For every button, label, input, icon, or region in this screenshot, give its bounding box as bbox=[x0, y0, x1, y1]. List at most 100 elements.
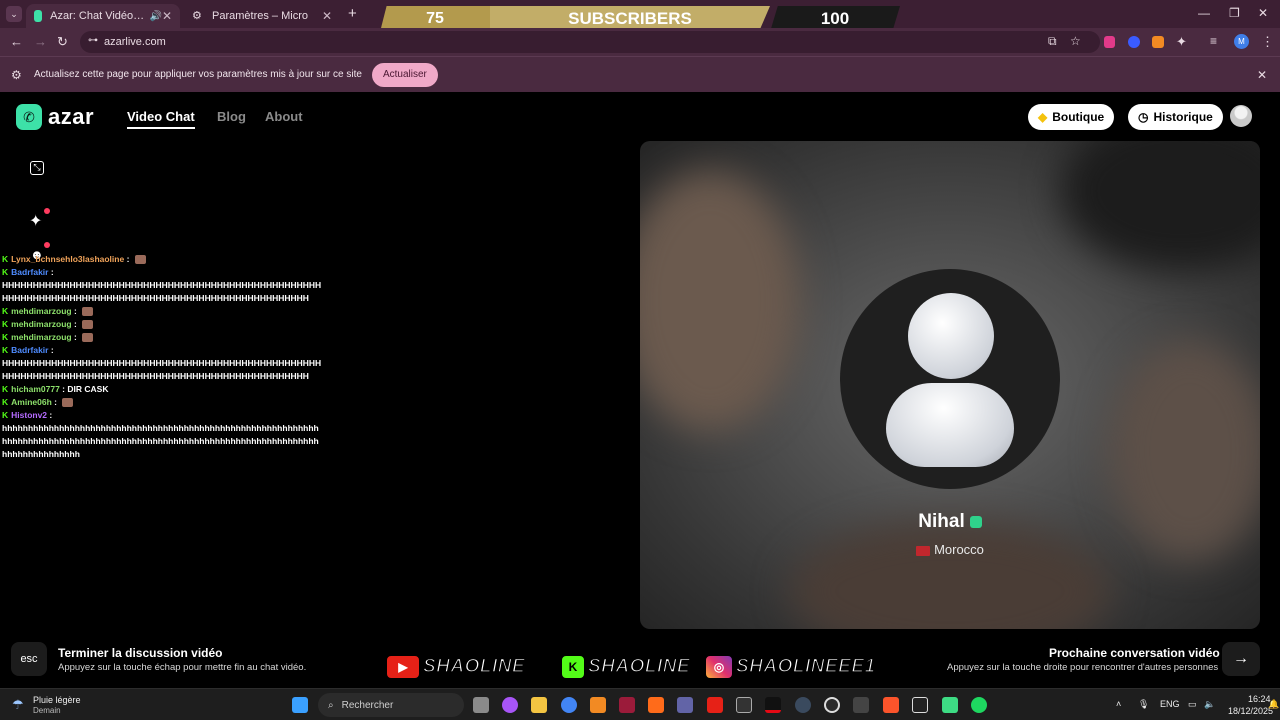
user-profile-icon[interactable] bbox=[1230, 105, 1252, 127]
chat-spam-line: HHHHHHHHHHHHHHHHHHHHHHHHHHHHHHHHHHHHHHHH… bbox=[2, 370, 332, 383]
update-infobar: ⚙ Actualisez cette page pour appliquer v… bbox=[0, 56, 1280, 92]
minimize-icon[interactable]: — bbox=[1198, 6, 1210, 20]
netflix-icon[interactable] bbox=[765, 697, 781, 713]
speaker-icon[interactable]: 🔊 bbox=[149, 11, 161, 22]
android-icon[interactable] bbox=[942, 697, 958, 713]
avatar-head-shape bbox=[908, 293, 994, 379]
search-icon: ⌕ bbox=[328, 699, 334, 711]
weather-subtext: Demain bbox=[33, 706, 61, 715]
chat-username[interactable]: Lynx_bchnsehlo3lashaoline bbox=[11, 253, 124, 266]
brave-icon[interactable] bbox=[883, 697, 899, 713]
chat-spam-line: hhhhhhhhhhhhhhhhhhhhhhhhhhhhhhhhhhhhhhhh… bbox=[2, 435, 332, 448]
nav-blog[interactable]: Blog bbox=[217, 109, 246, 124]
copilot-icon[interactable] bbox=[502, 697, 518, 713]
refresh-button[interactable]: Actualiser bbox=[371, 62, 438, 87]
chat-username[interactable]: Badrfakir bbox=[11, 344, 48, 357]
boutique-button[interactable]: ◆ Boutique bbox=[1028, 104, 1115, 130]
steam-icon[interactable] bbox=[795, 697, 811, 713]
volume-icon[interactable]: 🔈 bbox=[1204, 699, 1215, 710]
brave-lion-icon[interactable] bbox=[648, 697, 664, 713]
nav-video-chat[interactable]: Video Chat bbox=[127, 109, 195, 129]
new-tab-icon[interactable]: + bbox=[348, 5, 357, 22]
chat-username[interactable]: mehdimarzoug bbox=[11, 318, 71, 331]
collapse-icon[interactable]: ⤡ bbox=[30, 161, 44, 175]
task-view-icon[interactable] bbox=[473, 697, 489, 713]
instagram-icon: ◎ bbox=[704, 654, 734, 680]
extension-orange-icon[interactable] bbox=[1152, 36, 1164, 48]
chat-username[interactable]: mehdimarzoug bbox=[11, 331, 71, 344]
chat-message-text: hhhhhhhhhhhhhhhhhhhhhhhhhhhhhhhhhhhhhhhh… bbox=[2, 436, 319, 446]
fn-app-icon[interactable] bbox=[736, 697, 752, 713]
install-icon[interactable]: ⧉ bbox=[1048, 34, 1057, 49]
kick-handle: K SHAOLINE bbox=[560, 654, 690, 680]
chat-separator: : bbox=[71, 306, 80, 316]
network-icon[interactable]: ▭ bbox=[1188, 699, 1197, 710]
chat-username[interactable]: Amine06h bbox=[11, 396, 52, 409]
taskbar-search[interactable]: ⌕ Rechercher bbox=[318, 693, 464, 717]
morocco-flag-icon bbox=[916, 545, 931, 556]
close-window-icon[interactable]: ✕ bbox=[1258, 6, 1268, 20]
youtube-app-icon[interactable] bbox=[707, 697, 723, 713]
chat-message: K Histonv2 : bbox=[2, 409, 332, 422]
extensions-puzzle-icon[interactable]: ✦ bbox=[1176, 34, 1187, 50]
nav-about[interactable]: About bbox=[265, 109, 303, 124]
spotify-icon[interactable] bbox=[971, 697, 987, 713]
partner-avatar bbox=[840, 269, 1060, 489]
tab-azar[interactable]: Azar: Chat Vidéo, Rencontre 🔊 ✕ bbox=[26, 4, 180, 28]
kick-badge-icon: K bbox=[2, 319, 9, 329]
weather-icon[interactable]: ☂ bbox=[12, 697, 24, 713]
esc-key-button[interactable]: esc bbox=[11, 642, 47, 676]
call-footer: esc Terminer la discussion vidéo Appuyez… bbox=[0, 630, 1280, 688]
maximize-icon[interactable]: ❐ bbox=[1229, 6, 1240, 20]
site-info-icon[interactable]: ⊶ bbox=[88, 35, 98, 46]
chat-username[interactable]: hicham0777 bbox=[11, 383, 60, 396]
microphone-icon[interactable]: 🎙 bbox=[1138, 699, 1149, 710]
next-arrow-button[interactable]: → bbox=[1222, 642, 1260, 676]
forward-icon[interactable]: → bbox=[34, 34, 47, 49]
settings-gear-icon: ⚙ bbox=[11, 68, 22, 82]
chat-username[interactable]: Histonv2 bbox=[11, 409, 47, 422]
close-infobar-icon[interactable]: ✕ bbox=[1257, 68, 1267, 82]
teams-icon[interactable] bbox=[677, 697, 693, 713]
chat-message: Khicham0777 : DIR CASK bbox=[2, 383, 332, 396]
historique-button[interactable]: ◷ Historique bbox=[1128, 104, 1223, 130]
effects-sparkle-icon[interactable]: ✦ bbox=[29, 211, 42, 231]
close-tab-icon[interactable]: ✕ bbox=[322, 9, 332, 23]
tradingview-icon[interactable] bbox=[912, 697, 928, 713]
tab-settings[interactable]: ⚙ Paramètres – Micro ✕ bbox=[184, 4, 340, 28]
extension-blue-icon[interactable] bbox=[1128, 36, 1140, 48]
chat-message-text: HHHHHHHHHHHHHHHHHHHHHHHHHHHHHHHHHHHHHHHH… bbox=[2, 293, 309, 303]
bookmark-star-icon[interactable]: ☆ bbox=[1070, 34, 1081, 48]
extension-shield-icon[interactable] bbox=[1104, 36, 1115, 48]
clock-date[interactable]: 18/12/2025 bbox=[1228, 706, 1273, 716]
file-explorer-icon[interactable] bbox=[531, 697, 547, 713]
language-indicator[interactable]: ENG bbox=[1160, 699, 1180, 709]
site-header: ✆ azar Video Chat Blog About ◆ Boutique … bbox=[0, 93, 1280, 141]
app-red-icon[interactable] bbox=[619, 697, 635, 713]
chat-username[interactable]: Badrfakir bbox=[11, 266, 48, 279]
instagram-handle: ◎ SHAOLINEEE1 bbox=[704, 654, 876, 680]
gem-icon: ◆ bbox=[1038, 110, 1048, 124]
chevron-up-icon[interactable]: ˄ bbox=[1116, 699, 1121, 709]
chat-username[interactable]: mehdimarzoug bbox=[11, 305, 71, 318]
xm-icon[interactable] bbox=[853, 697, 869, 713]
app-orange-icon[interactable] bbox=[590, 697, 606, 713]
tab-list-icon[interactable]: ⌄ bbox=[6, 6, 22, 22]
chat-emote-icon bbox=[82, 333, 94, 342]
back-icon[interactable]: ← bbox=[10, 34, 23, 49]
close-tab-icon[interactable]: ✕ bbox=[162, 9, 172, 23]
browser-menu-icon[interactable]: ⋮ bbox=[1261, 34, 1274, 50]
media-control-icon[interactable]: ≡ bbox=[1210, 34, 1217, 48]
obs-icon[interactable] bbox=[824, 697, 840, 713]
azar-logo[interactable]: ✆ azar bbox=[16, 104, 94, 130]
reload-icon[interactable]: ↻ bbox=[57, 34, 68, 50]
address-bar[interactable]: ⊶ azarlive.com ⧉ ☆ bbox=[80, 31, 1100, 53]
windows-start-icon[interactable] bbox=[292, 697, 308, 713]
chrome-icon[interactable] bbox=[561, 697, 577, 713]
chat-separator: : bbox=[71, 332, 80, 342]
browser-tab-strip: ⌄ Azar: Chat Vidéo, Rencontre 🔊 ✕ ⚙ Para… bbox=[0, 0, 1280, 32]
notification-bell-icon[interactable]: 🔔 bbox=[1268, 699, 1279, 710]
profile-avatar-icon[interactable]: M bbox=[1234, 34, 1249, 49]
chat-separator: : bbox=[48, 267, 57, 277]
youtube-icon: ▶ bbox=[385, 654, 421, 680]
